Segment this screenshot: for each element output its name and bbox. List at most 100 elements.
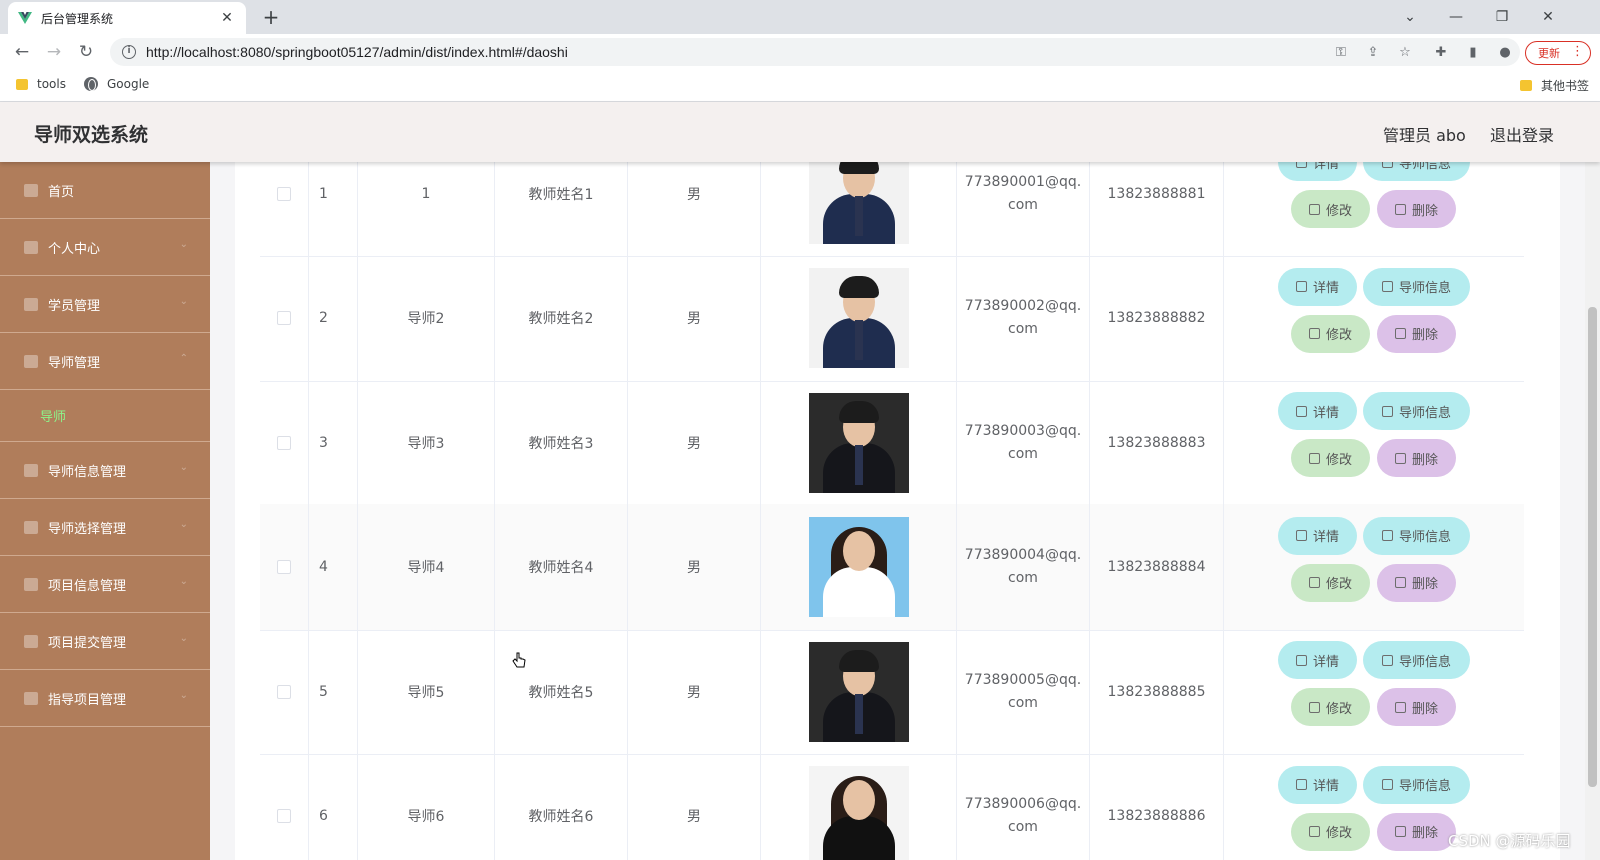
tutor-info-button[interactable]: 导师信息 bbox=[1363, 267, 1470, 306]
edit-button[interactable]: 修改 bbox=[1291, 688, 1370, 726]
close-window-button[interactable]: ✕ bbox=[1528, 4, 1568, 30]
detail-button[interactable]: 详情 bbox=[1278, 516, 1357, 555]
row-checkbox[interactable] bbox=[277, 435, 291, 450]
tutor-photo[interactable] bbox=[808, 268, 909, 368]
reload-icon[interactable]: ↻ bbox=[74, 40, 98, 64]
tutor-info-button[interactable]: 导师信息 bbox=[1363, 516, 1470, 555]
page-scrollbar[interactable] bbox=[1585, 162, 1600, 860]
sidebar-item-guide-project[interactable]: 指导项目管理 ⌄ bbox=[0, 670, 210, 727]
close-tab-icon[interactable]: ✕ bbox=[218, 10, 236, 26]
phone-text: 13823888881 bbox=[1107, 185, 1206, 202]
url-text[interactable]: http://localhost:8080/springboot05127/ad… bbox=[146, 44, 568, 60]
tutor-info-button[interactable]: 导师信息 bbox=[1363, 392, 1470, 430]
detail-button[interactable]: 详情 bbox=[1278, 162, 1357, 181]
email-text: com bbox=[1008, 570, 1038, 586]
forward-icon[interactable]: → bbox=[42, 40, 66, 64]
phone-text: 13823888885 bbox=[1107, 683, 1206, 700]
account-cell: 1 bbox=[358, 162, 495, 257]
bookmark-tools[interactable]: tools bbox=[16, 77, 66, 91]
row-checkbox[interactable] bbox=[277, 311, 291, 325]
update-button[interactable]: 更新 ⋮ bbox=[1525, 41, 1591, 65]
document-icon bbox=[1381, 405, 1393, 417]
bookmark-google[interactable]: Google bbox=[84, 77, 149, 91]
detail-button[interactable]: 详情 bbox=[1278, 392, 1357, 430]
phone-cell: 13823888881 bbox=[1090, 162, 1224, 257]
tutor-info-button[interactable]: 导师信息 bbox=[1363, 765, 1470, 804]
table-row: 4 导师4 教师姓名4 男 773890004@qq. com 13823888884 详情 导… bbox=[260, 503, 1524, 631]
chevron-down-icon: ⌄ bbox=[179, 690, 188, 701]
tab-search-icon[interactable]: ⌄ bbox=[1390, 4, 1430, 30]
edit-button[interactable]: 修改 bbox=[1291, 812, 1370, 851]
side-panel-icon[interactable]: ▮ bbox=[1464, 44, 1482, 62]
row-checkbox[interactable] bbox=[277, 560, 291, 574]
sidebar-item-students[interactable]: 学员管理 ⌄ bbox=[0, 276, 210, 333]
calendar-icon bbox=[24, 463, 38, 477]
phone-text: 13823888886 bbox=[1107, 808, 1206, 824]
address-bar[interactable]: i http://localhost:8080/springboot05127/… bbox=[110, 38, 1520, 66]
tutor-photo[interactable] bbox=[808, 517, 909, 617]
browser-tab[interactable]: 后台管理系统 ✕ bbox=[8, 2, 246, 34]
sidebar-item-tutor-management[interactable]: 导师管理 ⌃ bbox=[0, 333, 210, 390]
detail-button-label: 详情 bbox=[1312, 162, 1339, 172]
restore-button[interactable]: ❐ bbox=[1482, 4, 1522, 30]
delete-button[interactable]: 删除 bbox=[1377, 439, 1456, 477]
tutor-photo[interactable] bbox=[808, 641, 909, 742]
edit-button[interactable]: 修改 bbox=[1291, 563, 1370, 602]
delete-button[interactable]: 删除 bbox=[1377, 190, 1456, 228]
detail-button[interactable]: 详情 bbox=[1278, 267, 1357, 306]
sidebar-item-project-submit[interactable]: 项目提交管理 ⌄ bbox=[0, 613, 210, 670]
select-cell bbox=[260, 254, 309, 382]
sidebar-item-label: 个人中心 bbox=[48, 241, 101, 257]
tutor-info-button[interactable]: 导师信息 bbox=[1363, 162, 1470, 181]
new-tab-button[interactable]: + bbox=[258, 4, 284, 30]
email-text: 773890006@qq. bbox=[964, 796, 1082, 812]
minimize-button[interactable]: — bbox=[1436, 4, 1476, 30]
pencil-icon bbox=[1308, 203, 1320, 215]
delete-button[interactable]: 删除 bbox=[1377, 563, 1456, 602]
logout-button[interactable]: 退出登录 bbox=[1490, 122, 1554, 146]
tutor-photo[interactable] bbox=[808, 392, 909, 493]
sidebar: 首页 个人中心 ⌄ 学员管理 ⌄ 导师管理 ⌃ 导师 导师信息管理 ⌄ 导师选择… bbox=[0, 162, 210, 860]
site-info-icon[interactable]: i bbox=[122, 45, 136, 59]
other-bookmarks[interactable]: 其他书签 bbox=[1520, 77, 1589, 94]
detail-button[interactable]: 详情 bbox=[1278, 641, 1357, 679]
more-menu-icon[interactable]: ⋮ bbox=[1571, 44, 1584, 59]
delete-button[interactable]: 删除 bbox=[1377, 812, 1456, 851]
extensions-icon[interactable]: ✚ bbox=[1432, 44, 1450, 62]
photo-cell bbox=[761, 752, 957, 860]
sidebar-item-project-info[interactable]: 项目信息管理 ⌄ bbox=[0, 556, 210, 613]
account-text: 导师5 bbox=[407, 684, 445, 701]
scrollbar-thumb[interactable] bbox=[1588, 307, 1597, 787]
trash-icon bbox=[1394, 203, 1406, 215]
back-icon[interactable]: ← bbox=[10, 40, 34, 64]
edit-button[interactable]: 修改 bbox=[1291, 439, 1370, 477]
row-checkbox[interactable] bbox=[277, 684, 291, 699]
phone-text: 13823888884 bbox=[1107, 559, 1206, 575]
delete-button[interactable]: 删除 bbox=[1377, 688, 1456, 726]
sidebar-item-tutor-info[interactable]: 导师信息管理 ⌄ bbox=[0, 442, 210, 499]
tutor-photo[interactable] bbox=[808, 766, 909, 860]
monitor-icon bbox=[24, 297, 38, 311]
sidebar-subitem-tutor[interactable]: 导师 bbox=[0, 390, 210, 442]
row-checkbox[interactable] bbox=[277, 809, 291, 823]
sidebar-item-personal-center[interactable]: 个人中心 ⌄ bbox=[0, 219, 210, 276]
tutor-info-button[interactable]: 导师信息 bbox=[1363, 641, 1470, 679]
edit-button-label: 修改 bbox=[1325, 577, 1352, 592]
edit-button[interactable]: 修改 bbox=[1291, 314, 1370, 353]
key-icon[interactable]: ⚿ bbox=[1332, 44, 1350, 62]
detail-button[interactable]: 详情 bbox=[1278, 765, 1357, 804]
star-icon[interactable]: ☆ bbox=[1396, 44, 1414, 62]
delete-button[interactable]: 删除 bbox=[1377, 314, 1456, 353]
sidebar-item-tutor-selection[interactable]: 导师选择管理 ⌄ bbox=[0, 499, 210, 556]
share-icon[interactable]: ⇪ bbox=[1364, 44, 1382, 62]
tutor-photo[interactable] bbox=[808, 162, 909, 244]
actions-cell: 详情 导师信息修改 删除 bbox=[1224, 162, 1524, 257]
trash-icon bbox=[1394, 328, 1406, 339]
edit-button[interactable]: 修改 bbox=[1291, 190, 1370, 228]
calendar-icon bbox=[24, 634, 38, 648]
row-checkbox[interactable] bbox=[277, 186, 291, 201]
profile-icon[interactable]: ● bbox=[1496, 44, 1514, 62]
sidebar-item-label: 导师信息管理 bbox=[48, 464, 127, 480]
sidebar-item-home[interactable]: 首页 bbox=[0, 162, 210, 219]
account-text: 导师3 bbox=[407, 435, 445, 452]
